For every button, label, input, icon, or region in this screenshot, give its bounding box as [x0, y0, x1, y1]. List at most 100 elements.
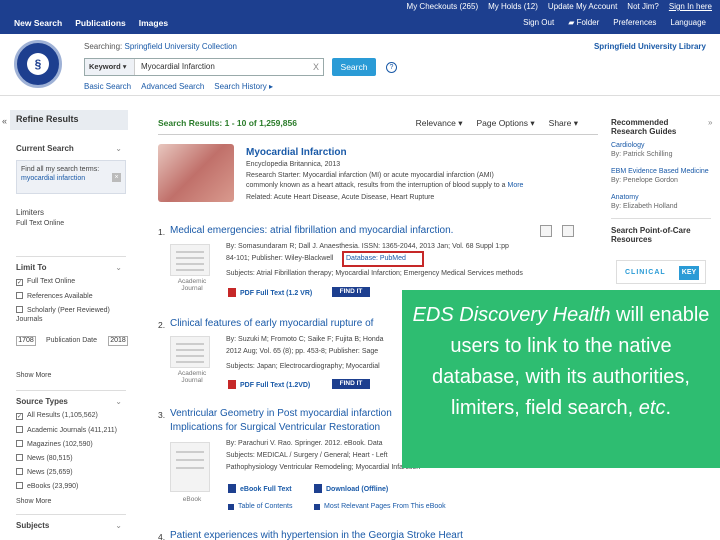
source-types-heading[interactable]: Source Types [16, 397, 68, 406]
limit-to-heading[interactable]: Limit To [16, 263, 47, 272]
searching-label: Searching: [84, 42, 123, 51]
chevron-down-icon[interactable]: ⌄ [115, 397, 122, 406]
chevron-down-icon[interactable]: ⌄ [115, 144, 122, 153]
update-account-link[interactable]: Update My Account [548, 2, 617, 11]
divider [16, 256, 126, 257]
preferences-link[interactable]: Preferences [613, 18, 656, 27]
show-more-limiters-link[interactable]: Show More [16, 372, 51, 379]
source-news[interactable]: News (80,515) [16, 454, 73, 462]
record-title[interactable]: Medical emergencies: atrial fibrillation… [170, 225, 453, 236]
publications-link[interactable]: Publications [75, 18, 126, 28]
search-input[interactable]: Myocardial Infarction [141, 59, 215, 75]
source-news-2[interactable]: News (25,659) [16, 468, 73, 476]
publication-date-range: 1708 Publication Date 2018 [16, 336, 128, 346]
current-search-heading[interactable]: Current Search [16, 144, 74, 153]
share-dropdown[interactable]: Share ▾ [549, 118, 578, 129]
clear-search-icon[interactable]: X [313, 59, 319, 75]
download-offline-link[interactable]: Download (Offline) [314, 484, 388, 493]
limiters-label: Limiters [16, 208, 45, 217]
collapse-left-icon[interactable]: « [2, 116, 7, 126]
searching-collection: Searching: Springfield University Collec… [84, 42, 237, 51]
folder-icon: ▰ [568, 18, 577, 27]
record-title[interactable]: Patient experiences with hypertension in… [170, 530, 463, 540]
guide-link[interactable]: Anatomy [611, 194, 639, 201]
record-number: 2. [158, 320, 166, 330]
record-title[interactable]: Clinical features of early myocardial ru… [170, 318, 373, 329]
my-holds-link[interactable]: My Holds (12) [488, 2, 538, 11]
pdf-full-text-link[interactable]: PDF Full Text (1.2VD) [228, 380, 310, 389]
guide-author: By: Penelope Gordon [611, 177, 678, 184]
guide-author: By: Elizabeth Holland [611, 203, 678, 210]
record-title[interactable]: Ventricular Geometry in Post myocardial … [170, 408, 392, 419]
folder-link[interactable]: ▰ Folder [568, 18, 599, 27]
chevron-down-icon[interactable]: ⌄ [115, 521, 122, 530]
limiter-full-text: Full Text Online [16, 220, 65, 227]
images-link[interactable]: Images [139, 18, 168, 28]
heart-anatomy-image[interactable] [158, 144, 234, 202]
relevance-dropdown[interactable]: Relevance ▾ [416, 118, 463, 129]
limit-scholarly-checkbox[interactable]: Scholarly (Peer Reviewed) Journals [16, 306, 116, 324]
ebook-thumbnail [170, 442, 210, 492]
search-history-link[interactable]: Search History ▸ [214, 82, 273, 91]
chevron-down-icon[interactable]: ⌄ [115, 263, 122, 272]
record-publisher: 84-101; Publisher: Wiley-Blackwell [226, 255, 334, 262]
source-magazines[interactable]: Magazines (102,590) [16, 440, 93, 448]
most-relevant-pages-link[interactable]: Most Relevant Pages From This eBook [314, 503, 446, 510]
search-history-label: Search History [214, 82, 267, 91]
starter-more-link[interactable]: More [507, 182, 523, 189]
help-icon[interactable]: ? [386, 62, 397, 73]
sign-out-link[interactable]: Sign Out [523, 18, 554, 27]
my-checkouts-link[interactable]: My Checkouts (265) [407, 2, 479, 11]
find-it-button[interactable]: FIND IT [332, 287, 370, 297]
source-academic-journals[interactable]: Academic Journals (411,211) [16, 426, 117, 434]
clinicalkey-text: CLINICAL [625, 269, 666, 276]
language-link[interactable]: Language [670, 18, 706, 27]
starter-related: Related: Acute Heart Disease, Acute Dise… [246, 194, 435, 201]
pdf-icon [228, 380, 236, 389]
clinicalkey-logo-button[interactable]: CLINICAL KEY [616, 260, 706, 284]
search-button[interactable]: Search [332, 58, 376, 76]
guide-link[interactable]: Cardiology [611, 142, 644, 149]
collapse-right-icon[interactable]: » [708, 118, 712, 127]
collection-name[interactable]: Springfield University Collection [124, 42, 237, 51]
table-of-contents-link[interactable]: Table of Contents [228, 503, 292, 510]
divider [16, 514, 126, 515]
results-header: Search Results: 1 - 10 of 1,259,856 Rele… [158, 118, 598, 132]
preview-icon[interactable] [540, 225, 552, 237]
sign-in-link[interactable]: Sign In here [669, 2, 712, 11]
library-name[interactable]: Springfield University Library [594, 42, 706, 51]
page-options-dropdown[interactable]: Page Options ▾ [476, 118, 534, 129]
source-all-results[interactable]: ✓ All Results (1,105,562) [16, 412, 98, 420]
ebook-full-text-link[interactable]: eBook Full Text [228, 484, 292, 493]
search-mode-links: Basic Search Advanced Search Search Hist… [84, 82, 273, 91]
results-controls: Relevance ▾ Page Options ▾ Share ▾ [416, 118, 578, 129]
find-it-button[interactable]: FIND IT [332, 379, 370, 389]
record-title-line-2[interactable]: Implications for Surgical Ventricular Re… [170, 422, 380, 433]
year-from-input[interactable]: 1708 [16, 336, 36, 346]
pdf-full-text-link[interactable]: PDF Full Text (1.2 VR) [228, 288, 312, 297]
limit-references-checkbox[interactable]: References Available [16, 292, 93, 300]
primary-nav: New Search Publications Images [14, 18, 168, 28]
caret-down-icon: ▾ [530, 118, 535, 128]
subjects-heading[interactable]: Subjects [16, 521, 49, 530]
callout-product-name: EDS Discovery Health [412, 304, 611, 326]
year-to-input[interactable]: 2018 [108, 336, 128, 346]
new-search-link[interactable]: New Search [14, 18, 62, 28]
square-bullet-icon [314, 504, 320, 510]
basic-search-link[interactable]: Basic Search [84, 82, 131, 91]
remove-term-icon[interactable]: × [112, 173, 121, 182]
source-ebooks[interactable]: eBooks (23,990) [16, 482, 78, 490]
publication-date-label: Publication Date [46, 337, 97, 344]
starter-source: Encyclopedia Britannica, 2013 [246, 161, 341, 168]
show-more-sources-link[interactable]: Show More [16, 498, 51, 505]
folder-label: Folder [576, 18, 600, 27]
top-navigation-bar: My Checkouts (265) My Holds (12) Update … [0, 0, 720, 34]
add-to-folder-icon[interactable] [562, 225, 574, 237]
limit-full-text-checkbox[interactable]: ✓ Full Text Online [16, 278, 75, 286]
not-user-link[interactable]: Not Jim? [627, 2, 659, 11]
guide-link[interactable]: EBM Evidence Based Medicine [611, 168, 709, 175]
research-starter-title[interactable]: Myocardial Infarction [246, 147, 347, 158]
record-subjects: Subjects: Japan; Electrocardiography; My… [226, 363, 380, 370]
advanced-search-link[interactable]: Advanced Search [141, 82, 204, 91]
keyword-dropdown[interactable]: Keyword ▾ [85, 59, 135, 75]
